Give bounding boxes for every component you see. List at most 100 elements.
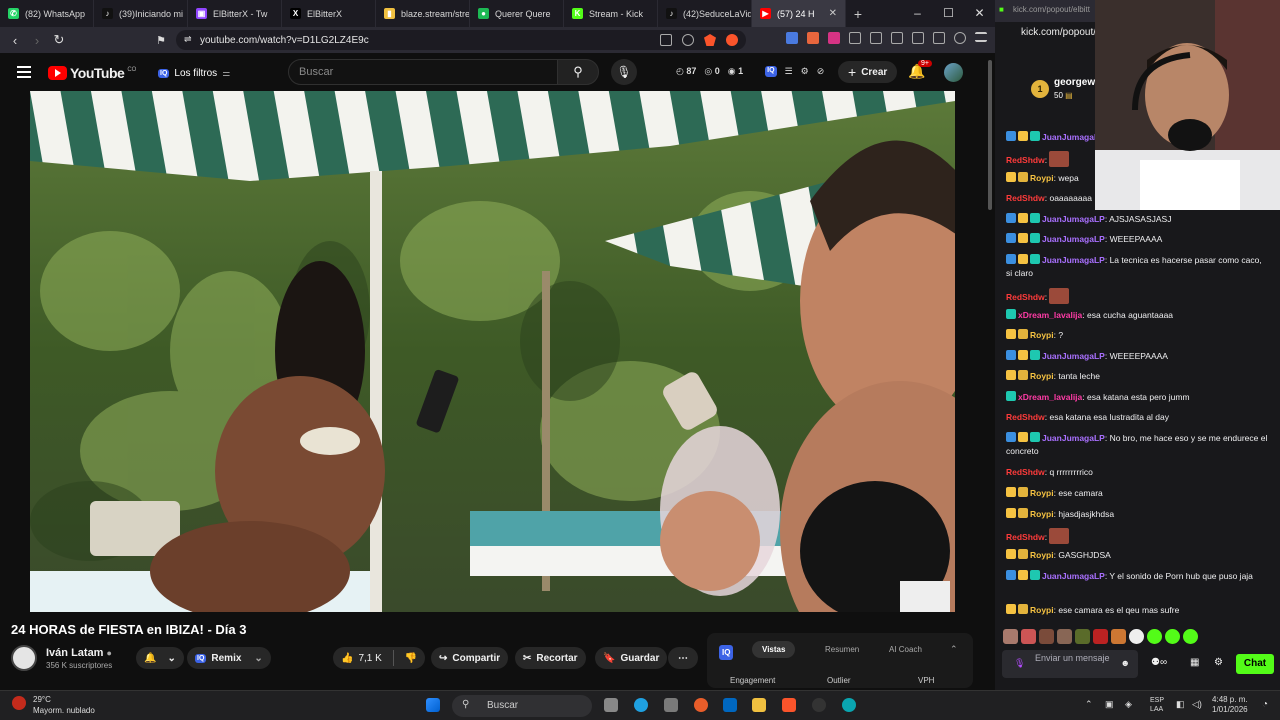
volume-icon[interactable]: ◁) [1192, 699, 1202, 710]
chat-username[interactable]: Roypi [1030, 550, 1054, 560]
share-button[interactable]: ↪ Compartir [431, 647, 509, 669]
share-icon[interactable] [682, 34, 694, 46]
store-icon[interactable] [723, 698, 737, 712]
app-icon[interactable] [842, 698, 856, 712]
chat-username[interactable]: JuanJumagaLP [1042, 234, 1105, 244]
extension-icon[interactable] [828, 32, 840, 44]
network-icon[interactable]: ◧ [1176, 699, 1185, 710]
more-actions-button[interactable]: ⋯ [668, 647, 698, 669]
chat-username[interactable]: RedShdw [1006, 412, 1045, 422]
emote-icon[interactable] [1111, 629, 1126, 644]
vpn-icon[interactable] [954, 32, 966, 44]
sidebar-icon[interactable] [912, 32, 924, 44]
edge-icon[interactable] [634, 698, 648, 712]
emoji-icon[interactable]: ☻ [1121, 658, 1130, 669]
browser-tab[interactable]: ▮ blaze.stream/stre [376, 0, 470, 27]
tray-chevron-icon[interactable]: ⌃ [1085, 699, 1093, 710]
users-icon[interactable]: ⚉∞ [1151, 657, 1167, 668]
save-button[interactable]: 🔖 Guardar [595, 647, 668, 669]
tab-vistas[interactable]: Vistas [752, 641, 796, 658]
iq-badge[interactable]: IQ [719, 645, 734, 660]
tray-icon[interactable]: ◈ [1125, 699, 1132, 710]
chat-username[interactable]: Roypi [1030, 488, 1054, 498]
emote-icon[interactable] [1075, 629, 1090, 644]
close-window-button[interactable]: ✕ [964, 0, 995, 27]
chat-username[interactable]: JuanJumagaLP [1042, 214, 1105, 224]
emote-icon[interactable] [1165, 629, 1180, 644]
translate-icon[interactable] [786, 32, 798, 44]
video-player[interactable] [30, 91, 955, 612]
chat-username[interactable]: Roypi [1030, 371, 1054, 381]
clip-button[interactable]: ✂ Recortar [515, 647, 586, 669]
brave-rewards-icon[interactable] [726, 34, 738, 46]
windows-start-icon[interactable] [426, 698, 440, 712]
youtube-logo[interactable]: YouTube CO [48, 65, 136, 81]
send-chat-button[interactable]: Chat [1236, 654, 1274, 674]
filters-button[interactable]: IQ Los filtros ⚌ [152, 63, 236, 83]
tab-resumen[interactable]: Resumen [825, 645, 859, 654]
bookmark-icon[interactable]: ⚑ [150, 34, 172, 47]
chevron-up-icon[interactable]: ⌃ [950, 644, 958, 655]
emote-icon[interactable] [1093, 629, 1108, 644]
search-input[interactable]: Buscar [288, 59, 558, 85]
chat-username[interactable]: xDream_lavalija [1018, 310, 1082, 320]
list-icon[interactable]: ☰ [785, 66, 793, 77]
subscription-bell-button[interactable]: 🔔 ⌄ [136, 647, 184, 669]
browser-tab[interactable]: ♪ (39)Iniciando mi [94, 0, 188, 27]
chat-username[interactable]: JuanJumagaLP [1042, 351, 1105, 361]
browser-tab[interactable]: ✆ (82) WhatsApp [0, 0, 94, 27]
close-tab-icon[interactable]: ✕ [829, 8, 837, 19]
emote-icon[interactable] [1021, 629, 1036, 644]
taskbar-search[interactable]: ⚲ Buscar [452, 695, 592, 717]
reload-icon[interactable]: ↻ [48, 32, 70, 48]
minimize-button[interactable]: – [902, 0, 933, 27]
like-button[interactable]: 👍 7,1 K 👎 [333, 647, 426, 669]
app-icon[interactable] [664, 698, 678, 712]
scrollbar-thumb[interactable] [988, 60, 992, 210]
brave-icon[interactable] [782, 698, 796, 712]
chat-username[interactable]: RedShdw [1006, 155, 1045, 165]
url-field[interactable]: ⇌ youtube.com/watch?v=D1LG2LZ4E9c [176, 30, 746, 50]
chat-username[interactable]: JuanJumagaLP [1042, 433, 1105, 443]
iq-badge[interactable]: IQ [765, 66, 777, 77]
site-info-icon[interactable]: ⇌ [184, 34, 192, 45]
chat-username[interactable]: RedShdw [1006, 193, 1045, 203]
emote-icon[interactable] [1003, 629, 1018, 644]
browser-tab[interactable]: ● Querer Quere [470, 0, 564, 27]
tab-ai-coach[interactable]: AI Coach [889, 645, 922, 654]
chat-message-input[interactable]: 🎙 Enviar un mensaje ☻ [1002, 650, 1138, 678]
remix-button[interactable]: IQ Remix ⌄ [187, 647, 271, 669]
wallet-icon[interactable] [933, 32, 945, 44]
back-icon[interactable]: ‹ [4, 33, 26, 48]
clock[interactable]: 4:48 p. m. 1/01/2026 [1212, 695, 1248, 715]
maximize-button[interactable]: ☐ [933, 0, 964, 27]
file-explorer-icon[interactable] [752, 698, 766, 712]
brave-shield-icon[interactable] [704, 34, 716, 46]
emote-icon[interactable] [1057, 629, 1072, 644]
settings-gear-icon[interactable]: ⚙ [1214, 657, 1223, 668]
chat-username[interactable]: Roypi [1030, 605, 1054, 615]
chat-username[interactable]: RedShdw [1006, 467, 1045, 477]
obs-icon[interactable] [812, 698, 826, 712]
cast-icon[interactable] [660, 34, 672, 46]
music-icon[interactable] [891, 32, 903, 44]
language-indicator[interactable]: ESP LAA [1150, 696, 1164, 714]
emote-icon[interactable] [1147, 629, 1162, 644]
thumbs-down-icon[interactable]: 👎 [405, 653, 417, 664]
forward-icon[interactable]: › [26, 33, 48, 48]
browser-menu-icon[interactable] [975, 32, 987, 42]
weather-widget[interactable]: 29°C Mayorm. nublado [33, 694, 95, 716]
create-button[interactable]: + Crear [838, 61, 898, 83]
search-button[interactable]: ⚲ [557, 59, 599, 85]
browser-tab[interactable]: X ElBitterX [282, 0, 376, 27]
app-icon[interactable] [694, 698, 708, 712]
channel-avatar[interactable] [11, 645, 37, 671]
ext-icon-2[interactable]: ⊘ [817, 66, 825, 77]
browser-tab[interactable]: ♪ (42)SeduceLaVid [658, 0, 752, 27]
extension-icon[interactable] [807, 32, 819, 44]
account-avatar[interactable] [944, 63, 963, 82]
chat-username[interactable]: JuanJumagaLP [1042, 571, 1105, 581]
tray-icon[interactable]: ▣ [1105, 699, 1114, 710]
channel-name[interactable]: Iván Latam ● [46, 647, 112, 659]
notification-center-icon[interactable]: ◔ [1262, 699, 1268, 710]
